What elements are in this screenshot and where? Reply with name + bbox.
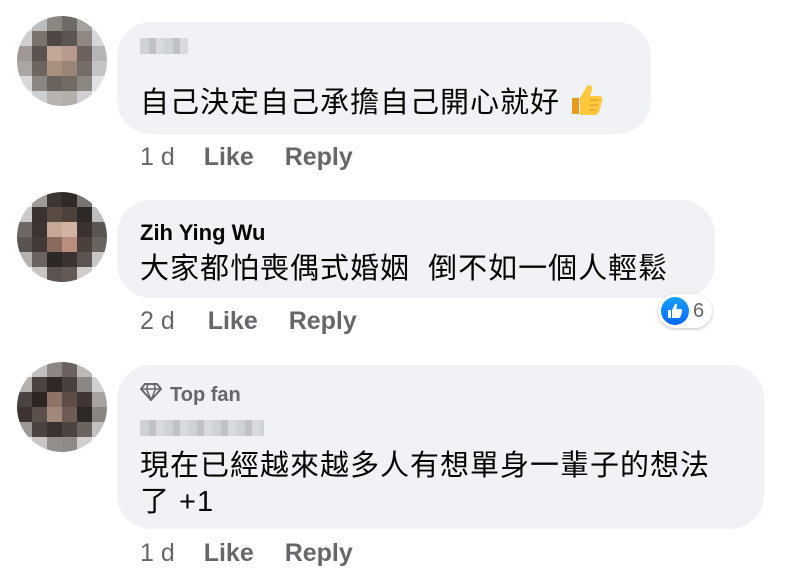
like-icon bbox=[661, 297, 689, 325]
like-link[interactable]: Like bbox=[208, 307, 258, 335]
reply-link[interactable]: Reply bbox=[285, 539, 353, 567]
author-name[interactable]: Zih Ying Wu bbox=[140, 220, 265, 246]
like-link[interactable]: Like bbox=[204, 143, 254, 171]
comment-time[interactable]: 1 d bbox=[140, 143, 175, 171]
reaction-badge[interactable]: 6 bbox=[658, 294, 713, 328]
avatar[interactable] bbox=[17, 192, 107, 282]
thumbs-up-emoji-icon bbox=[568, 82, 604, 127]
comment-text: 自己決定自己承擔自己開心就好 bbox=[140, 82, 604, 127]
comment-actions: 1 d Like Reply bbox=[140, 539, 353, 568]
author-name-blurred[interactable] bbox=[140, 38, 188, 54]
top-fan-label: Top fan bbox=[170, 383, 241, 406]
top-fan-badge: Top fan bbox=[140, 383, 241, 407]
like-link[interactable]: Like bbox=[204, 539, 254, 567]
comment-text: 大家都怕喪偶式婚姻 倒不如一個人輕鬆 bbox=[140, 253, 669, 285]
comment-time[interactable]: 2 d bbox=[140, 307, 175, 335]
comment-actions: 1 d Like Reply bbox=[140, 143, 353, 172]
diamond-icon bbox=[140, 383, 162, 407]
reaction-count: 6 bbox=[693, 299, 705, 322]
reply-link[interactable]: Reply bbox=[289, 307, 357, 335]
comment-actions: 2 d Like Reply bbox=[140, 307, 357, 336]
reply-link[interactable]: Reply bbox=[285, 143, 353, 171]
comment-text-line: 了 +1 bbox=[140, 486, 215, 518]
comment-text: 現在已經越來越多人有想單身一輩子的想法 了 +1 bbox=[140, 448, 710, 520]
comment-time[interactable]: 1 d bbox=[140, 539, 175, 567]
author-name-blurred[interactable] bbox=[140, 420, 264, 436]
avatar[interactable] bbox=[17, 362, 107, 452]
comment-text-line: 現在已經越來越多人有想單身一輩子的想法 bbox=[140, 450, 711, 482]
avatar[interactable] bbox=[17, 16, 107, 106]
comment-text-content: 自己決定自己承擔自己開心就好 bbox=[140, 87, 561, 119]
